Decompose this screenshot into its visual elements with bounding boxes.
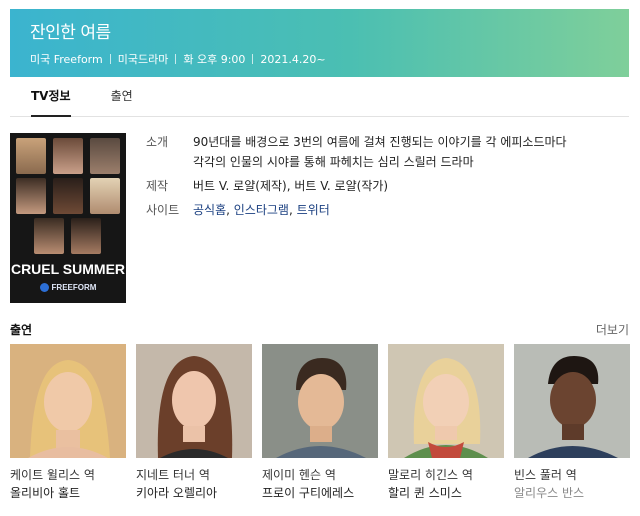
cast-card[interactable]: 지네트 터너 역 키아라 오렐리아: [136, 344, 252, 502]
cast-actor[interactable]: 알리우스 반스: [514, 484, 630, 502]
freeform-logo-icon: [39, 283, 49, 292]
cast-photo[interactable]: [262, 344, 378, 458]
synopsis-line: 각각의 인물의 시야를 통해 파헤치는 심리 스릴러 드라마: [193, 155, 474, 169]
cast-list: 케이트 윌리스 역 올리비아 홀트 지네트 터너 역 키아라 오렐리아 제이미 …: [10, 344, 630, 502]
cast-photo[interactable]: [136, 344, 252, 458]
cast-card[interactable]: 빈스 풀러 역 알리우스 반스: [514, 344, 630, 502]
meta-network[interactable]: 미국 Freeform: [30, 51, 103, 67]
cast-role: 케이트 윌리스 역: [10, 468, 95, 482]
poster-brand-label: FREEFORM: [51, 283, 97, 292]
site-separator: ,: [288, 203, 297, 217]
meta-divider: [175, 54, 177, 64]
meta-airtime: 화 오후 9:00: [183, 53, 246, 66]
site-link-instagram[interactable]: 인스타그램: [234, 203, 289, 217]
tab-bar: TV정보 출연: [10, 77, 629, 117]
production-value: 버트 V. 로얄(제작), 버트 V. 로얄(작가): [193, 176, 388, 196]
program-meta: 미국 Freeform 미국드라마 화 오후 9:00 2021.4.20~: [30, 51, 629, 67]
site-link-official[interactable]: 공식홈: [193, 203, 226, 217]
program-header: 잔인한 여름 미국 Freeform 미국드라마 화 오후 9:00 2021.…: [10, 9, 629, 77]
production-role: (제작): [255, 179, 287, 193]
program-poster[interactable]: CRUEL SUMMER FREEFORM: [10, 133, 126, 303]
site-link-twitter[interactable]: 트위터: [297, 203, 330, 217]
poster-face: [53, 178, 83, 214]
site-links: 공식홈, 인스타그램, 트위터: [193, 200, 330, 220]
poster-face: [16, 178, 46, 214]
tab-cast[interactable]: 출연: [111, 77, 133, 117]
cast-card[interactable]: 말로리 히긴스 역 할리 퀸 스미스: [388, 344, 504, 502]
synopsis-line: 90년대를 배경으로 3번의 여름에 걸쳐 진행되는 이야기를 각 에피소드마다: [193, 135, 567, 149]
meta-genre[interactable]: 미국드라마: [118, 51, 169, 67]
info-label: 제작: [146, 179, 169, 193]
cast-role: 빈스 풀러 역: [514, 468, 577, 482]
cast-photo[interactable]: [388, 344, 504, 458]
info-label: 소개: [146, 135, 169, 149]
site-separator: ,: [226, 203, 234, 217]
program-title: 잔인한 여름: [30, 23, 111, 43]
production-role: (작가): [356, 179, 389, 193]
cast-photo[interactable]: [10, 344, 126, 458]
cast-section-title: 출연: [10, 322, 33, 337]
meta-divider: [109, 54, 111, 64]
cast-role: 지네트 터너 역: [136, 468, 210, 482]
info-row-production: 제작 버트 V. 로얄(제작), 버트 V. 로얄(작가): [146, 176, 626, 196]
info-row-site: 사이트 공식홈, 인스타그램, 트위터: [146, 200, 626, 220]
info-label: 사이트: [146, 203, 180, 217]
poster-face: [90, 178, 120, 214]
poster-title: CRUEL SUMMER: [10, 261, 126, 277]
program-info: 소개 90년대를 배경으로 3번의 여름에 걸쳐 진행되는 이야기를 각 에피소…: [146, 132, 626, 220]
poster-face: [34, 218, 64, 254]
cast-actor[interactable]: 프로이 구티에레스: [262, 484, 378, 502]
info-row-synopsis: 소개 90년대를 배경으로 3번의 여름에 걸쳐 진행되는 이야기를 각 에피소…: [146, 132, 626, 172]
meta-divider: [252, 54, 254, 64]
cast-section-header: 출연 더보기: [10, 320, 629, 338]
tab-tv-info[interactable]: TV정보: [31, 77, 71, 117]
cast-role: 말로리 히긴스 역: [388, 468, 473, 482]
poster-face: [53, 138, 83, 174]
cast-actor[interactable]: 올리비아 홀트: [10, 484, 126, 502]
poster-face: [16, 138, 46, 174]
cast-actor[interactable]: 키아라 오렐리아: [136, 484, 252, 502]
production-name-link[interactable]: 버트 V. 로얄: [294, 179, 356, 193]
cast-card[interactable]: 케이트 윌리스 역 올리비아 홀트: [10, 344, 126, 502]
poster-face: [71, 218, 101, 254]
cast-card[interactable]: 제이미 헨슨 역 프로이 구티에레스: [262, 344, 378, 502]
meta-air-date: 2021.4.20~: [260, 52, 326, 66]
cast-role: 제이미 헨슨 역: [262, 468, 336, 482]
cast-more-link[interactable]: 더보기: [596, 321, 629, 338]
poster-brand: FREEFORM: [10, 283, 126, 292]
production-name-link[interactable]: 버트 V. 로얄: [193, 179, 255, 193]
poster-face: [90, 138, 120, 174]
cast-actor[interactable]: 할리 퀸 스미스: [388, 484, 504, 502]
cast-photo[interactable]: [514, 344, 630, 458]
synopsis-text: 90년대를 배경으로 3번의 여름에 걸쳐 진행되는 이야기를 각 에피소드마다…: [193, 132, 567, 172]
